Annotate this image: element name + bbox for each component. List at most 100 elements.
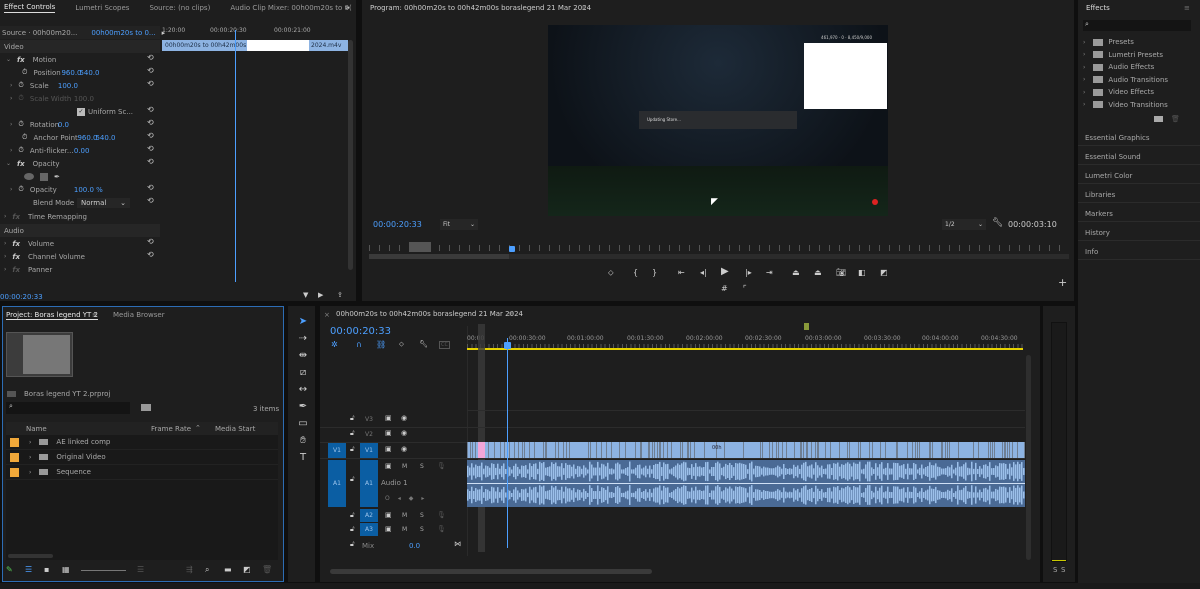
play-icon[interactable]: ▶	[721, 266, 729, 277]
project-item[interactable]: › AE linked comp	[6, 435, 278, 450]
rotation-value[interactable]: 0.0	[58, 121, 69, 129]
project-item[interactable]: › Sequence	[6, 465, 278, 480]
lift-icon[interactable]: ⏏	[792, 268, 800, 277]
mute-button[interactable]: M	[402, 463, 407, 470]
zoom-slider[interactable]	[81, 570, 126, 571]
solo-button[interactable]: S	[420, 512, 424, 519]
menu-icon[interactable]: ≡	[1184, 4, 1190, 12]
nest-icon[interactable]: ✲	[331, 340, 338, 349]
menu-icon[interactable]: ≡	[92, 311, 98, 319]
position-x[interactable]: 960.0	[61, 69, 81, 77]
sync-lock-icon[interactable]: ▣	[385, 414, 392, 422]
safe-margins-icon[interactable]: #	[721, 284, 728, 293]
export-frame-icon[interactable]: 📷︎	[836, 268, 846, 277]
new-item-icon[interactable]: ◩	[243, 565, 251, 574]
mute-button[interactable]: M	[402, 526, 407, 533]
ec-playhead[interactable]	[235, 30, 236, 282]
reset-icon[interactable]: ⟲	[147, 237, 154, 246]
reset-icon[interactable]: ⟲	[147, 79, 154, 88]
effects-folder[interactable]: › Video Transitions	[1081, 99, 1191, 112]
effects-folder[interactable]: › Audio Effects	[1081, 61, 1191, 74]
pen-tool-icon[interactable]: ✒	[296, 401, 310, 412]
reset-icon[interactable]: ⟲	[147, 118, 154, 127]
effects-search[interactable]: ⌕	[1083, 20, 1191, 31]
chevron-right-icon[interactable]: ›	[1083, 64, 1085, 71]
effects-folder[interactable]: › Presets	[1081, 36, 1191, 49]
snap-icon[interactable]: ∩	[356, 340, 362, 349]
step-forward-icon[interactable]: |▸	[745, 268, 752, 277]
column-frame-rate[interactable]: Frame Rate	[151, 425, 191, 433]
proxy-toggle-icon[interactable]: ◩	[880, 268, 888, 277]
solo-left-button[interactable]: S	[1053, 566, 1057, 574]
ec-timecode[interactable]: 00:00:20:33	[0, 293, 43, 301]
play-audio-icon[interactable]: ▶	[318, 291, 323, 299]
column-media-start[interactable]: Media Start	[215, 425, 255, 433]
icon-view-icon[interactable]: ▪	[44, 565, 49, 574]
panel-lumetri-color[interactable]: Lumetri Color	[1078, 166, 1200, 184]
reset-icon[interactable]: ⟲	[147, 250, 154, 259]
effects-folder[interactable]: › Lumetri Presets	[1081, 49, 1191, 62]
solo-right-button[interactable]: S	[1061, 566, 1065, 574]
lock-icon[interactable]: 🔓︎	[350, 525, 355, 534]
go-to-out-icon[interactable]: ⇥	[766, 268, 773, 277]
scale-value[interactable]: 100.0	[58, 82, 78, 90]
reset-icon[interactable]: ⟲	[147, 196, 154, 205]
new-search-bin-icon[interactable]	[141, 404, 151, 411]
sync-lock-icon[interactable]: ▣	[385, 445, 392, 453]
vr-video-icon[interactable]: ⌜	[743, 284, 747, 293]
freeform-view-icon[interactable]: ▦	[62, 565, 70, 574]
position-y[interactable]: 540.0	[79, 69, 99, 77]
chevron-right-icon[interactable]: ›	[29, 439, 31, 446]
effects-folder[interactable]: › Video Effects	[1081, 86, 1191, 99]
linked-selection-icon[interactable]: ⛓︎	[376, 340, 386, 349]
mark-out-icon[interactable]: }	[652, 268, 657, 277]
anchor-y[interactable]: 540.0	[95, 134, 115, 142]
close-sequence-icon[interactable]: ×	[324, 311, 330, 319]
timeline-hscroll[interactable]	[330, 569, 652, 574]
pen-mask-icon[interactable]: ✒	[54, 173, 60, 181]
panel-essential-sound[interactable]: Essential Sound	[1078, 147, 1200, 165]
eye-icon[interactable]: ◉	[401, 445, 407, 453]
mute-button[interactable]: M	[402, 512, 407, 519]
chevron-right-icon[interactable]: ›	[29, 454, 31, 461]
track-target-v2[interactable]: V2	[360, 427, 378, 442]
ripple-edit-tool-icon[interactable]: ⇹	[296, 350, 310, 361]
track-select-tool-icon[interactable]: ⇢	[296, 333, 310, 344]
chevron-right-icon[interactable]: ›	[29, 469, 31, 476]
tab-media-browser[interactable]: Media Browser	[113, 311, 165, 319]
go-to-in-icon[interactable]: ⇤	[678, 268, 685, 277]
panel-libraries[interactable]: Libraries	[1078, 185, 1200, 203]
reset-icon[interactable]: ⟲	[147, 157, 154, 166]
effects-folder[interactable]: › Audio Transitions	[1081, 74, 1191, 87]
microphone-icon[interactable]: 🎙︎	[437, 462, 446, 470]
sort-icon[interactable]: ☰	[137, 565, 144, 574]
lock-icon[interactable]: 🔓︎	[350, 445, 355, 454]
ellipse-mask-icon[interactable]	[24, 173, 34, 180]
chevron-right-icon[interactable]: ›	[1083, 89, 1085, 96]
panel-markers[interactable]: Markers	[1078, 204, 1200, 222]
reset-icon[interactable]: ⟲	[147, 131, 154, 140]
list-view-icon[interactable]: ☰	[25, 565, 32, 574]
mix-end-icon[interactable]: ⋈	[454, 540, 461, 548]
ec-scrollbar[interactable]	[348, 40, 353, 270]
selection-tool-icon[interactable]: ➤	[296, 316, 310, 327]
stopwatch-icon[interactable]: ⏱	[22, 68, 27, 77]
sort-ascending-icon[interactable]: ⌃	[195, 424, 201, 432]
timeline-settings-icon[interactable]: 🔧︎	[419, 340, 428, 348]
lock-icon[interactable]: 🔓︎	[350, 540, 355, 549]
step-back-icon[interactable]: ◂|	[700, 268, 707, 277]
more-tabs-icon[interactable]: »	[345, 3, 350, 12]
tab-lumetri-scopes[interactable]: Lumetri Scopes	[75, 4, 129, 12]
anchor-x[interactable]: 960.0	[77, 134, 97, 142]
label-color[interactable]	[10, 467, 19, 477]
column-name[interactable]: Name	[26, 425, 47, 433]
track-target-a2[interactable]: A2	[360, 509, 378, 522]
timeline-playhead-handle[interactable]	[504, 342, 511, 349]
tab-audio-clip-mixer[interactable]: Audio Clip Mixer: 00h00m20s to 0(	[230, 4, 351, 12]
track-target-v3[interactable]: V3	[360, 412, 378, 427]
reset-icon[interactable]: ⟲	[147, 53, 154, 62]
sequence-marker[interactable]	[804, 323, 809, 330]
sync-lock-icon[interactable]: ▣	[385, 525, 392, 533]
button-editor-plus-icon[interactable]: +	[1058, 276, 1067, 289]
new-bin-icon[interactable]: ▬	[224, 565, 232, 574]
